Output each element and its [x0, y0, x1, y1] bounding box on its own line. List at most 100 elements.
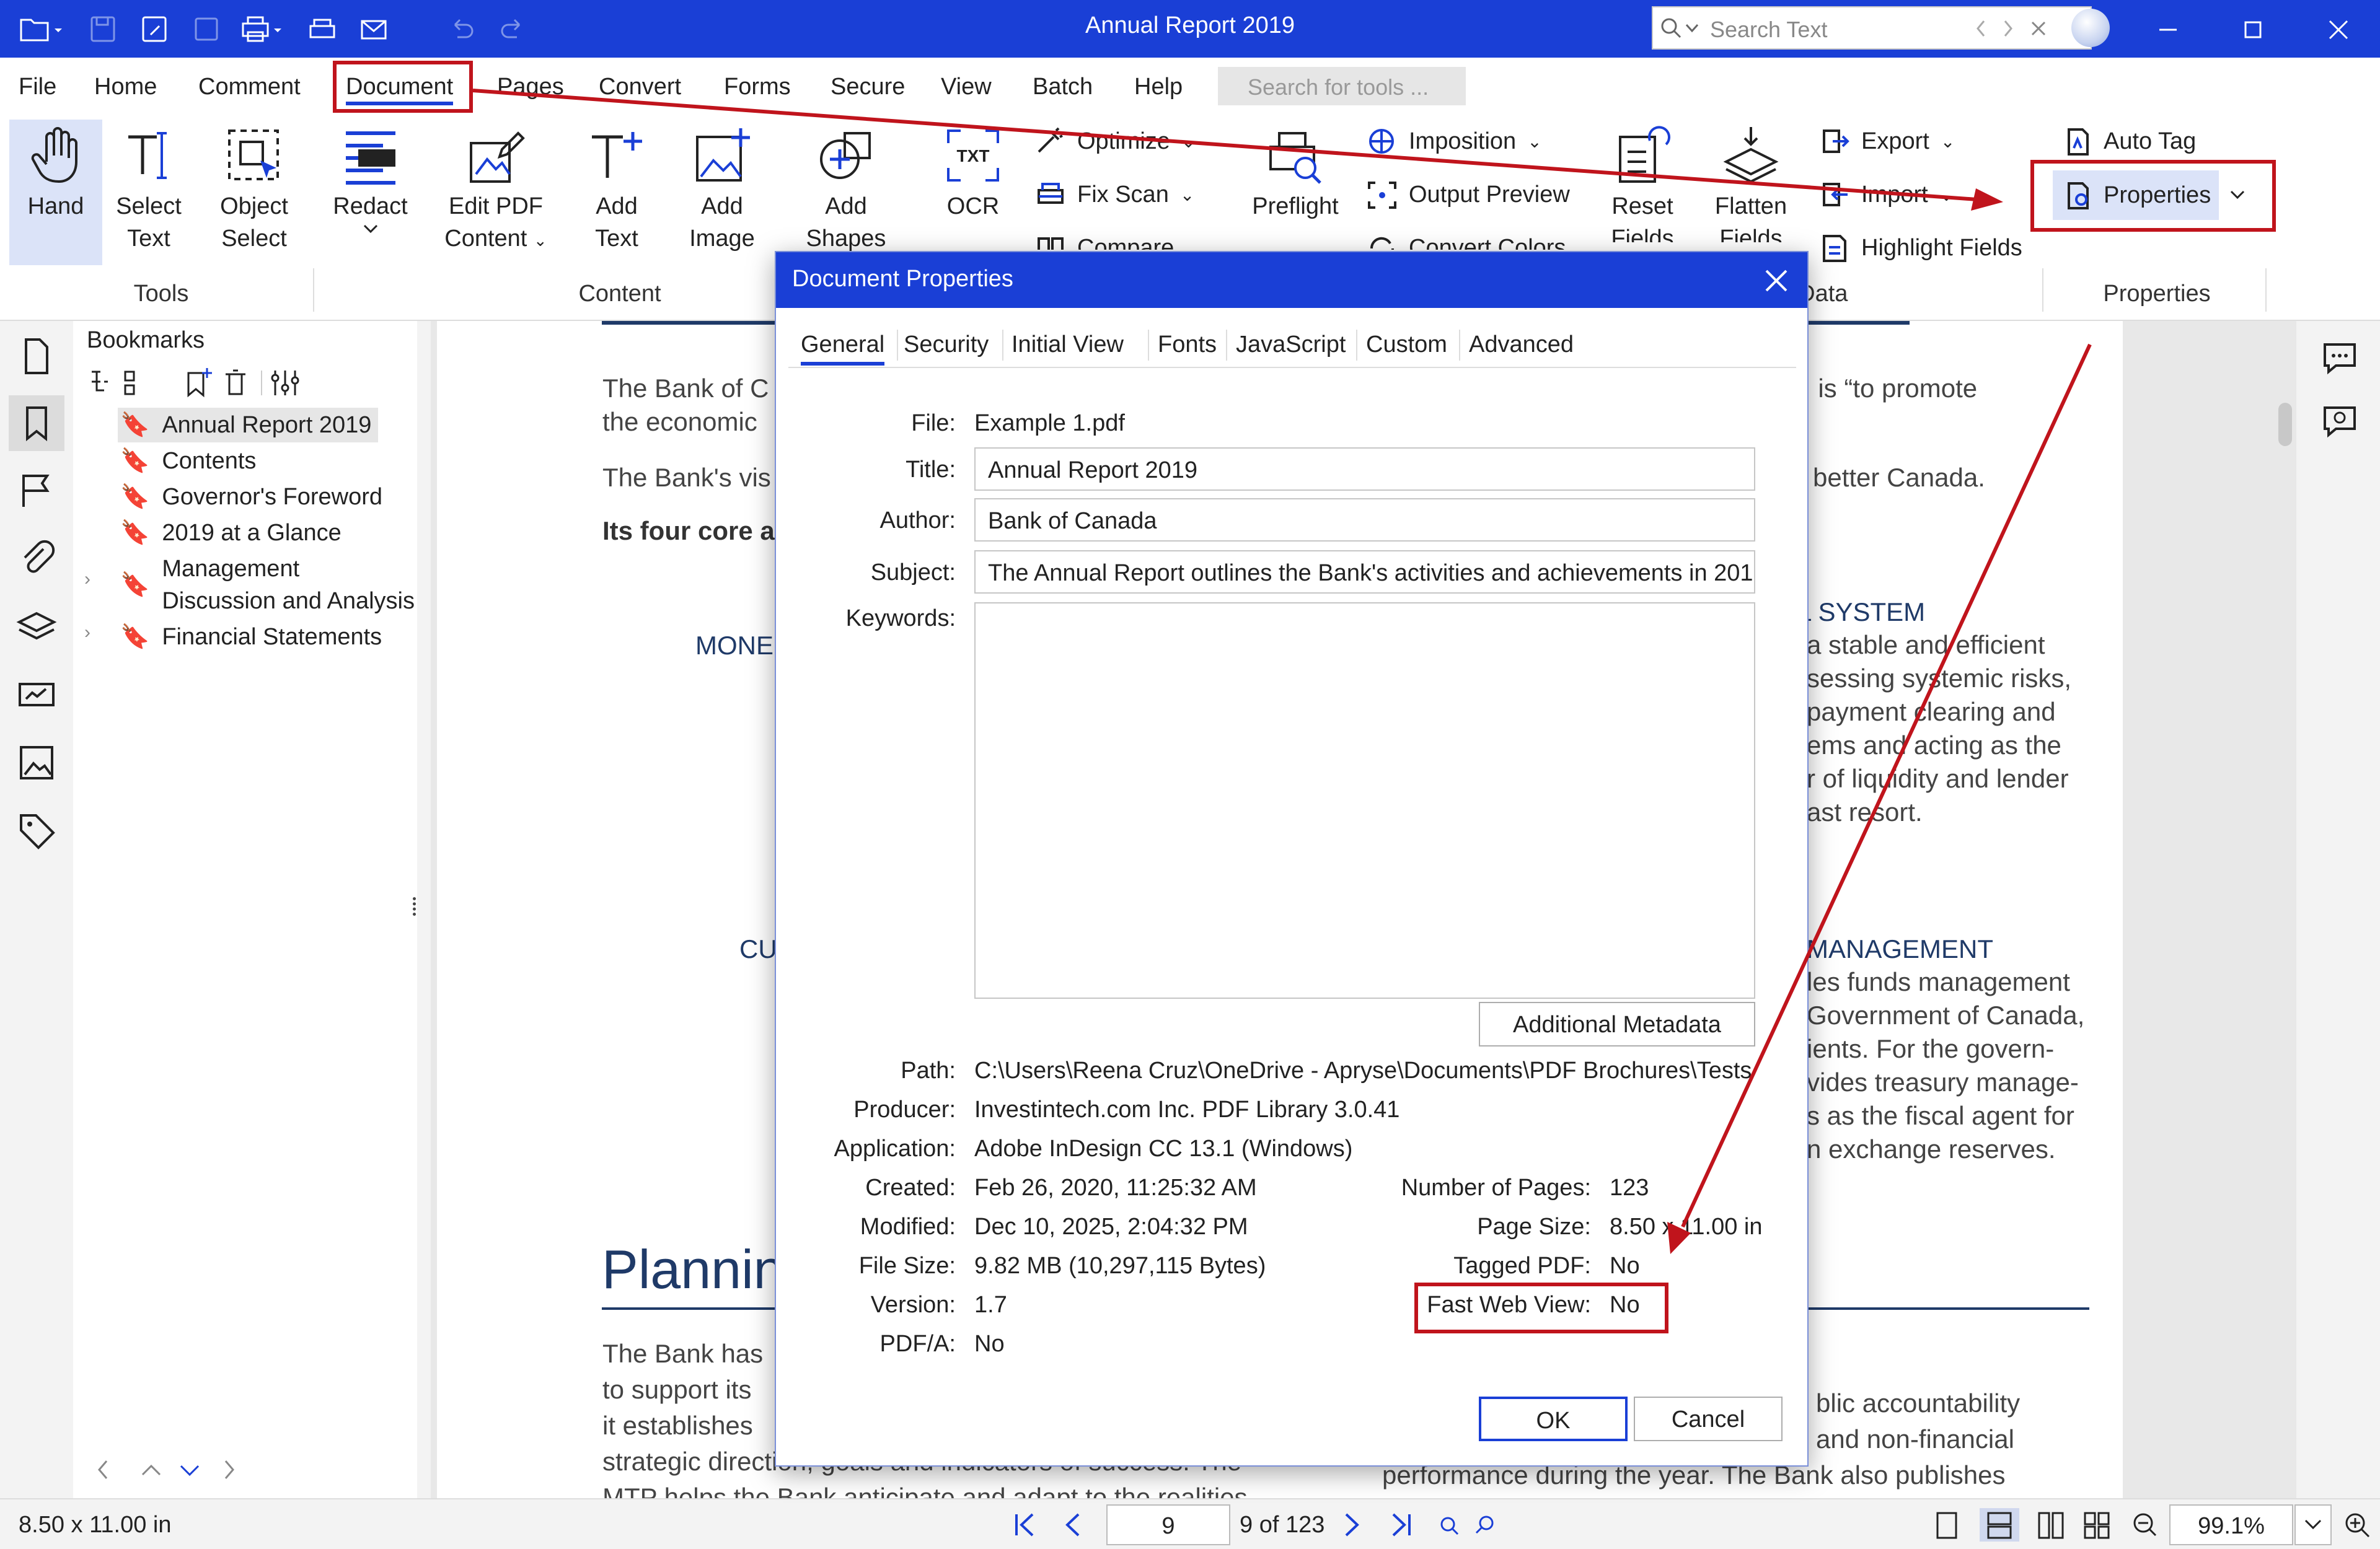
- menu-batch[interactable]: Batch: [1033, 74, 1093, 100]
- expand-chevron-icon[interactable]: ›: [84, 622, 90, 643]
- signature-icon[interactable]: [16, 674, 57, 715]
- bookmarks-panel-icon[interactable]: [9, 395, 64, 451]
- scan-icon[interactable]: [307, 14, 338, 45]
- add-image-button[interactable]: Add Image: [676, 125, 769, 255]
- object-select-button[interactable]: Object Select: [211, 125, 298, 255]
- ocr-button[interactable]: TXT OCR: [930, 125, 1016, 222]
- import-button[interactable]: Import ⌄: [1819, 180, 1954, 209]
- ai-assistant-icon[interactable]: [2321, 403, 2358, 440]
- menu-convert[interactable]: Convert: [599, 74, 681, 100]
- maximize-icon[interactable]: [2236, 12, 2270, 47]
- ok-button[interactable]: OK: [1479, 1397, 1628, 1441]
- page-nav-prev[interactable]: [1010, 1511, 1109, 1539]
- zoom-in-icon[interactable]: [2340, 1508, 2374, 1542]
- current-page-input[interactable]: 9: [1106, 1504, 1230, 1545]
- output-preview-icon: [1368, 182, 1396, 209]
- image-panel-icon[interactable]: [16, 742, 57, 783]
- tab-custom[interactable]: Custom: [1366, 331, 1447, 358]
- tab-security[interactable]: Security: [904, 331, 989, 358]
- redo-icon[interactable]: [497, 14, 528, 45]
- chevron-down-icon: ⌄: [1527, 131, 1542, 151]
- zoom-level-input[interactable]: 99.1%: [2169, 1504, 2293, 1545]
- output-preview-button[interactable]: Output Preview: [1367, 180, 1570, 209]
- tag-icon[interactable]: [16, 810, 57, 851]
- save-all-icon[interactable]: [191, 14, 222, 45]
- menu-comment[interactable]: Comment: [198, 74, 301, 100]
- bookmark-item[interactable]: 🔖 Governor's Foreword: [120, 481, 382, 513]
- highlight-fields-button[interactable]: Highlight Fields: [1819, 234, 2022, 262]
- page-nav-next[interactable]: [1338, 1511, 1499, 1539]
- menu-help[interactable]: Help: [1134, 74, 1183, 100]
- menu-view[interactable]: View: [941, 74, 992, 100]
- menu-secure[interactable]: Secure: [831, 74, 905, 100]
- tab-javascript[interactable]: JavaScript: [1236, 331, 1346, 358]
- undo-icon[interactable]: [446, 14, 477, 45]
- author-field[interactable]: Bank of Canada: [974, 498, 1755, 542]
- pages-panel-icon[interactable]: [16, 336, 57, 377]
- menu-pages[interactable]: Pages: [497, 74, 564, 100]
- close-icon[interactable]: [2321, 12, 2356, 47]
- keywords-label: Keywords:: [845, 605, 956, 631]
- user-avatar[interactable]: [2071, 9, 2110, 47]
- edit-pdf-content-button[interactable]: Edit PDF Content ⌄: [434, 125, 558, 257]
- author-label: Author:: [879, 507, 956, 533]
- bookmark-item[interactable]: 🔖 Management Discussion and Analysis: [120, 553, 415, 617]
- comment-icon[interactable]: [2321, 340, 2358, 377]
- minimize-icon[interactable]: [2151, 12, 2185, 47]
- add-text-button[interactable]: Add Text: [573, 125, 660, 255]
- keywords-field[interactable]: [974, 602, 1755, 999]
- bookmarks-title: Bookmarks: [87, 327, 205, 353]
- save-icon[interactable]: [88, 14, 119, 45]
- preflight-button[interactable]: Preflight: [1243, 125, 1348, 222]
- imposition-button[interactable]: Imposition ⌄: [1367, 127, 1542, 156]
- zoom-dropdown[interactable]: [2294, 1504, 2332, 1545]
- vertical-scrollbar-thumb[interactable]: [2278, 403, 2292, 446]
- bookmark-item[interactable]: 🔖 2019 at a Glance: [120, 517, 342, 549]
- additional-metadata-button[interactable]: Additional Metadata: [1479, 1002, 1755, 1047]
- menu-home[interactable]: Home: [94, 74, 157, 100]
- auto-tag-button[interactable]: Auto Tag: [2064, 127, 2196, 156]
- bookmark-item[interactable]: 🔖 Annual Report 2019: [120, 409, 371, 441]
- expand-chevron-icon[interactable]: ›: [84, 569, 90, 590]
- tab-advanced[interactable]: Advanced: [1469, 331, 1574, 358]
- flatten-fields-button[interactable]: Flatten Fields: [1704, 125, 1797, 242]
- tab-fonts[interactable]: Fonts: [1158, 331, 1217, 358]
- pdfa-value: No: [974, 1331, 1005, 1357]
- bookmark-navigation[interactable]: [90, 1455, 276, 1486]
- producer-label: Producer:: [853, 1097, 956, 1123]
- title-field[interactable]: Annual Report 2019: [974, 447, 1755, 491]
- view-mode-icons[interactable]: [1933, 1508, 2168, 1542]
- reset-fields-button[interactable]: Reset Fields: [1599, 125, 1686, 242]
- panel-resize-handle[interactable]: [413, 897, 416, 916]
- tools-search-input[interactable]: Search for tools ...: [1218, 67, 1466, 105]
- subject-field[interactable]: The Annual Report outlines the Bank's ac…: [974, 550, 1755, 594]
- bookmark-item[interactable]: 🔖 Contents: [120, 445, 256, 477]
- tab-initial-view[interactable]: Initial View: [1011, 331, 1124, 358]
- save-as-icon[interactable]: [139, 14, 170, 45]
- hand-tool-button[interactable]: Hand: [9, 120, 102, 265]
- optimize-button[interactable]: Optimize ⌄: [1035, 127, 1196, 156]
- add-shapes-button[interactable]: Add Shapes: [796, 125, 896, 255]
- redact-icon: [345, 131, 395, 185]
- flag-icon[interactable]: [16, 470, 57, 511]
- search-text-box[interactable]: Search Text: [1652, 6, 2092, 50]
- menu-file[interactable]: File: [19, 74, 56, 100]
- export-button[interactable]: Export ⌄: [1819, 127, 1955, 156]
- attachment-icon[interactable]: [16, 538, 57, 579]
- select-text-button[interactable]: Select Text: [108, 125, 189, 255]
- email-icon[interactable]: [358, 14, 389, 45]
- tab-separator: [1002, 330, 1003, 361]
- redact-button[interactable]: Redact: [325, 125, 415, 235]
- chevron-down-icon: [2304, 1519, 2322, 1530]
- fix-scan-button[interactable]: Fix Scan ⌄: [1035, 180, 1194, 209]
- layers-icon[interactable]: [16, 606, 57, 647]
- edit-pdf-label-2-row: Content ⌄: [434, 222, 558, 257]
- dialog-close-icon[interactable]: [1759, 263, 1794, 298]
- bookmark-item[interactable]: 🔖 Financial Statements: [120, 621, 382, 653]
- object-select-label-2: Select: [221, 226, 287, 252]
- print-icon[interactable]: [240, 14, 281, 45]
- open-folder-icon[interactable]: [19, 14, 62, 45]
- cancel-button[interactable]: Cancel: [1634, 1397, 1783, 1441]
- menu-forms[interactable]: Forms: [724, 74, 791, 100]
- tab-general[interactable]: General: [801, 331, 885, 366]
